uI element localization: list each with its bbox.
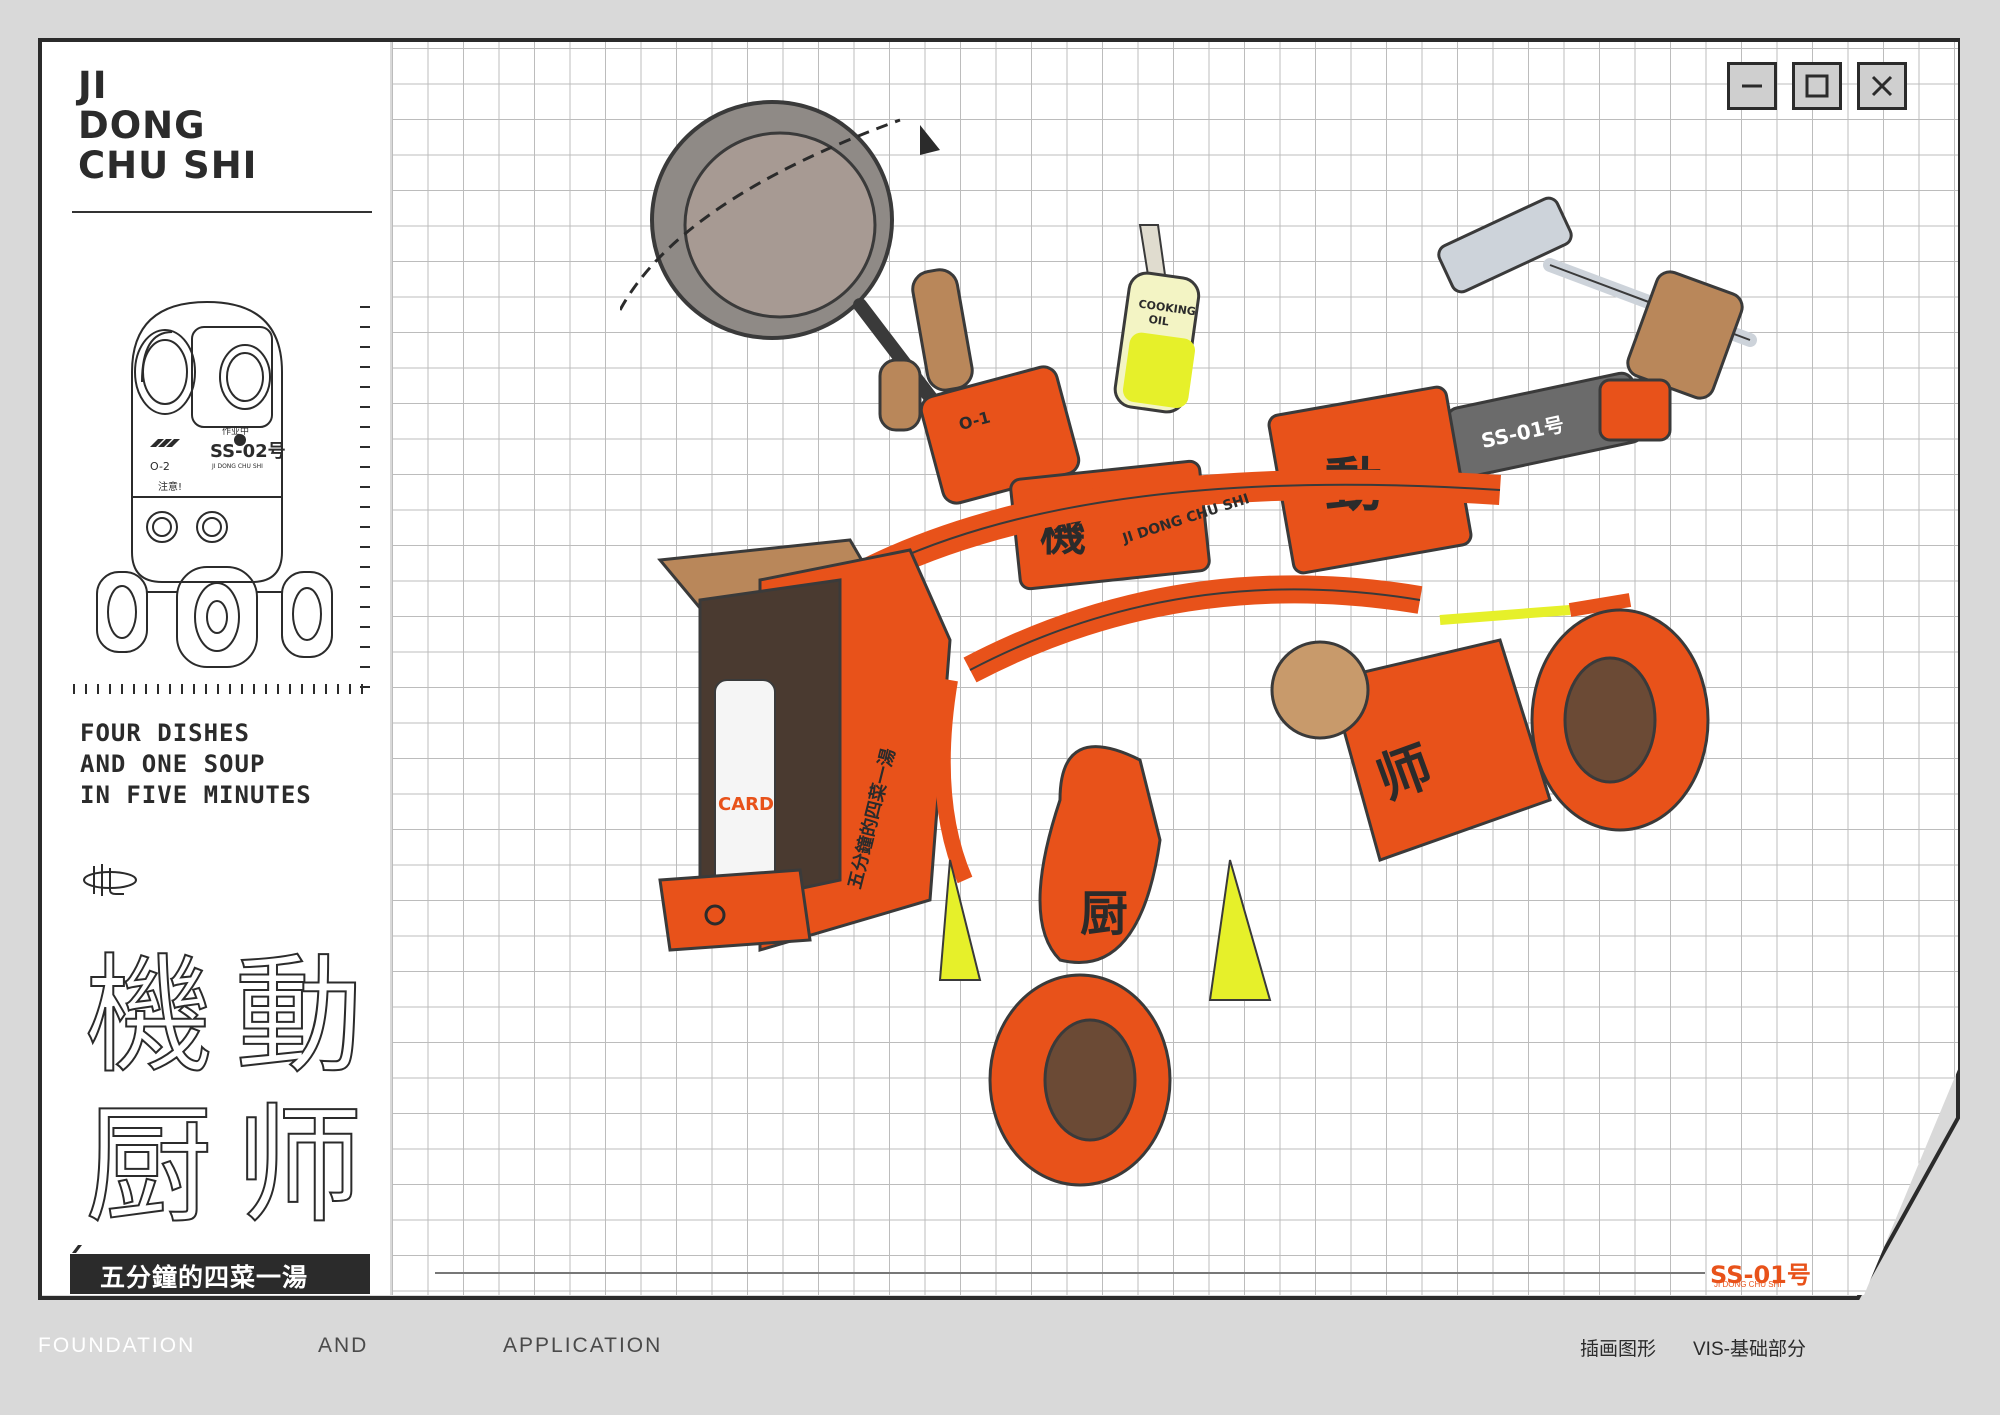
banner-stripe-icon [72,1245,82,1253]
slogan-text: 五分鐘的四菜一湯 [100,1263,309,1292]
brand-title: JI DONG CHU SHI [78,66,257,186]
divider [72,211,372,213]
big-title-cjk: 機 動 厨 师 [74,941,374,1242]
robot-label: SS-02号 [210,441,286,462]
tagline: FOUR DISHES AND ONE SOUP IN FIVE MINUTES [80,718,312,811]
footer-and: AND [318,1334,369,1357]
brand-line-2: DONG [78,104,206,147]
card-label: CARD [718,794,774,815]
brand-line-1: JI [78,64,108,107]
maximize-button[interactable] [1792,62,1842,110]
card-dispenser: CARD 五分鐘的四菜一湯 [657,538,952,953]
big-char-2: 動 [234,941,364,1092]
big-char-1: 機 [84,941,214,1092]
legs: 厨 师 [934,608,1710,1187]
slogan-banner: 五分鐘的四菜一湯 [70,1254,370,1294]
robot-chef-illustration: COOKING OIL O-1 SS-01号 機 動 JI DONG CHU S… [620,100,1757,1187]
tagline-line-1: FOUR DISHES [80,719,250,747]
sidebar: JI DONG CHU SHI O-2 SS-02号 JI DONG CHU S… [42,42,390,1295]
brand-line-3: CHU SHI [78,144,258,187]
ruler-ticks-horizontal [73,684,363,694]
maximize-icon [1805,74,1829,98]
robot-sub: JI DONG CHU SHI [211,463,263,470]
cooking-oil-bottle-icon: COOKING OIL [1113,224,1201,414]
footer-vis-cn: VIS-基础部分 [1693,1339,1806,1360]
footer-foundation: FOUNDATION [38,1334,196,1357]
robot-tag: O-2 [150,460,170,473]
leg-char: 厨 [1080,886,1128,942]
big-char-3: 厨 [84,1091,214,1242]
big-char-4: 师 [234,1091,364,1242]
model-tag-sub: JI DONG CHU SHI [1714,1280,1782,1289]
right-arm: SS-01号 [1445,270,1744,479]
footer-section-cn: 插画图形 [1580,1339,1657,1360]
tagline-line-3: IN FIVE MINUTES [80,781,312,809]
left-arm: O-1 [878,268,1081,505]
bottom-rule [435,1272,1705,1274]
robot-warning: 注意! [158,480,182,493]
ss02-robot-drawing: O-2 SS-02号 JI DONG CHU SHI 作业中 注意! [96,300,333,668]
footer-application: APPLICATION [503,1334,663,1357]
close-button[interactable] [1857,62,1907,110]
tagline-line-2: AND ONE SOUP [80,750,266,778]
close-icon [1871,75,1893,97]
brand-logo-icon [83,864,137,896]
robot-status: 作业中 [222,425,249,437]
